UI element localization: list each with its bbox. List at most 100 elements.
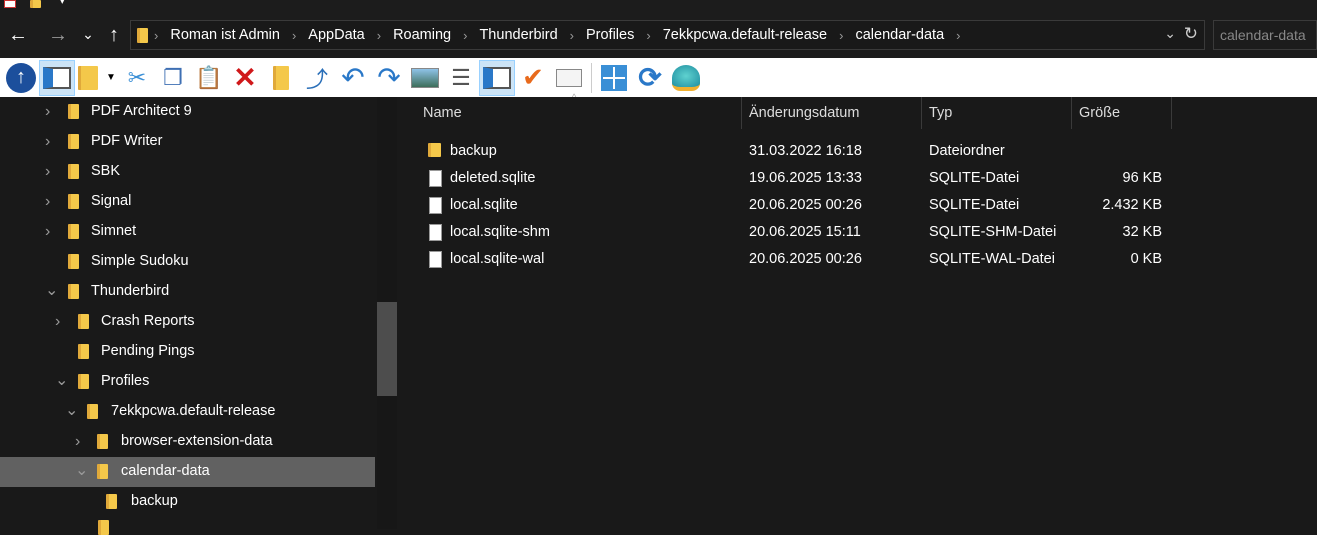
file-row[interactable]: local.sqlite 20.06.2025 00:26 SQLITE-Datei… [400, 192, 1317, 219]
tree-item[interactable]: › Signal [0, 187, 375, 217]
breadcrumb-separator[interactable]: › [463, 28, 467, 43]
tree-item[interactable]: backup [0, 487, 375, 517]
tiles-view-icon[interactable] [596, 60, 632, 96]
navigation-tree: › PDF Architect 9 › PDF Writer › SBK › Signal › S… [0, 97, 377, 535]
breadcrumb-separator[interactable]: › [570, 28, 574, 43]
tree-item[interactable]: › Simnet [0, 217, 375, 247]
breadcrumb-item[interactable]: calendar-data [855, 27, 944, 43]
forward-button[interactable]: → [46, 24, 70, 47]
file-name: local.sqlite-wal [450, 251, 545, 267]
undo-icon[interactable]: ↶ [335, 60, 371, 96]
breadcrumb-item[interactable]: Thunderbird [479, 27, 557, 43]
folder-icon [68, 164, 79, 179]
tree-item[interactable]: ⌄ Profiles [0, 367, 375, 397]
file-row[interactable]: local.sqlite-wal 20.06.2025 00:26 SQLITE-W… [400, 246, 1317, 273]
breadcrumb-separator[interactable]: › [154, 28, 158, 43]
tree-item-label: SBK [91, 163, 121, 179]
tree-item[interactable]: › Crash Reports [0, 307, 375, 337]
preview-pane-icon[interactable] [479, 59, 515, 96]
folder-icon [68, 104, 79, 119]
thumbnail-view-icon[interactable] [407, 60, 443, 96]
paste-shortcut-icon[interactable]: ⤴ [299, 60, 335, 96]
tree-item[interactable]: ⌄ Thunderbird [0, 277, 375, 307]
sync-icon[interactable]: ⟳ [632, 60, 668, 96]
navigation-pane-icon[interactable] [39, 59, 75, 96]
folder-icon [137, 27, 148, 43]
quick-access-dropdown-icon[interactable]: ▾ [60, 0, 65, 7]
breadcrumb-item[interactable]: Profiles [586, 27, 634, 43]
tree-item[interactable]: › browser-extension-data [0, 427, 375, 457]
tree-item-label: 7ekkpcwa.default-release [111, 403, 276, 419]
breadcrumb-separator[interactable]: › [646, 28, 650, 43]
shell-icon[interactable] [668, 60, 704, 96]
file-size: 32 KB [1122, 224, 1163, 240]
recent-locations-button[interactable]: ⌄ [76, 26, 100, 43]
breadcrumb-separator[interactable]: › [292, 28, 296, 43]
folder-icon [87, 404, 98, 419]
address-bar[interactable]: › Roman ist Admin › AppData › Roaming › Thunde… [130, 20, 1205, 50]
navigation-bar: ← → ⌄ ↑ › Roman ist Admin › AppData › Roamin… [0, 14, 1317, 58]
breadcrumb-separator[interactable]: › [839, 28, 843, 43]
breadcrumb-separator[interactable]: › [956, 28, 960, 43]
column-divider[interactable] [1071, 97, 1072, 129]
refresh-icon[interactable]: ↻ [1184, 24, 1198, 44]
file-row[interactable]: local.sqlite-shm 20.06.2025 15:11 SQLITE-S… [400, 219, 1317, 246]
file-row[interactable]: backup 31.03.2022 16:18 Dateiordner [400, 138, 1317, 165]
chevron-right-icon[interactable]: › [45, 193, 50, 211]
tree-item[interactable]: › SBK [0, 157, 375, 187]
copy-icon[interactable]: ❐ [155, 60, 191, 96]
file-type: SQLITE-Datei [929, 170, 1020, 186]
file-row[interactable]: deleted.sqlite 19.06.2025 13:33 SQLITE-Dat… [400, 165, 1317, 192]
tree-item[interactable]: Pending Pings [0, 337, 375, 367]
tree-scrollbar-thumb[interactable] [377, 302, 397, 396]
chevron-right-icon[interactable]: › [45, 103, 50, 121]
up-button[interactable]: ↑ [102, 24, 126, 47]
new-folder-icon[interactable] [263, 60, 299, 96]
chevron-right-icon[interactable]: › [45, 133, 50, 151]
select-check-icon[interactable]: ✔ [515, 60, 551, 96]
breadcrumb-separator[interactable]: › [377, 28, 381, 43]
tree-item-label: PDF Writer [91, 133, 163, 149]
breadcrumb-item[interactable]: Roaming [393, 27, 451, 43]
back-button[interactable]: ← [6, 24, 30, 47]
breadcrumb-item[interactable]: AppData [308, 27, 364, 43]
chevron-right-icon[interactable]: › [75, 433, 80, 451]
column-divider[interactable] [1171, 97, 1172, 129]
folder-icon[interactable] [30, 0, 41, 8]
column-divider[interactable] [741, 97, 742, 129]
paste-icon[interactable]: 📋 [191, 60, 227, 96]
chevron-right-icon[interactable]: › [55, 313, 60, 331]
address-dropdown-icon[interactable]: ⌄ [1164, 25, 1176, 42]
column-header-type[interactable]: Typ [929, 105, 952, 121]
column-header-size[interactable]: Größe [1079, 105, 1120, 121]
column-divider[interactable] [921, 97, 922, 129]
tree-item[interactable]: ⌄ calendar-data [0, 457, 375, 487]
column-header-date[interactable]: Änderungsdatum [749, 105, 859, 121]
tree-item[interactable]: › PDF Writer [0, 127, 375, 157]
cut-icon[interactable]: ✂ [119, 60, 155, 96]
chevron-down-icon[interactable]: ⌄ [65, 400, 78, 420]
chevron-down-icon[interactable]: ⌄ [55, 370, 68, 390]
tree-item[interactable]: Simple Sudoku [0, 247, 375, 277]
chevron-right-icon[interactable]: › [45, 163, 50, 181]
breadcrumb-item[interactable]: Roman ist Admin [170, 27, 280, 43]
chevron-right-icon[interactable]: › [45, 223, 50, 241]
properties-icon[interactable] [551, 60, 587, 96]
column-header-name[interactable]: Name [423, 105, 462, 121]
tree-item-label: Signal [91, 193, 132, 209]
folder-icon [68, 194, 79, 209]
chevron-down-icon[interactable]: ⌄ [45, 280, 58, 300]
delete-icon[interactable]: ✕ [227, 60, 263, 96]
tree-item-label: backup [131, 493, 178, 509]
tree-item[interactable]: › PDF Architect 9 [0, 97, 375, 127]
file-name: local.sqlite [450, 197, 518, 213]
breadcrumb-item[interactable]: 7ekkpcwa.default-release [663, 27, 827, 43]
view-options-icon[interactable]: ▼ [75, 60, 119, 96]
search-input[interactable]: calendar-data [1213, 20, 1317, 50]
folder-icon [68, 134, 79, 149]
up-circle-icon[interactable]: ↑ [3, 60, 39, 96]
chevron-down-icon[interactable]: ⌄ [75, 460, 88, 480]
redo-icon[interactable]: ↷ [371, 60, 407, 96]
details-view-icon[interactable]: ☰ [443, 60, 479, 96]
tree-item[interactable]: ⌄ 7ekkpcwa.default-release [0, 397, 375, 427]
